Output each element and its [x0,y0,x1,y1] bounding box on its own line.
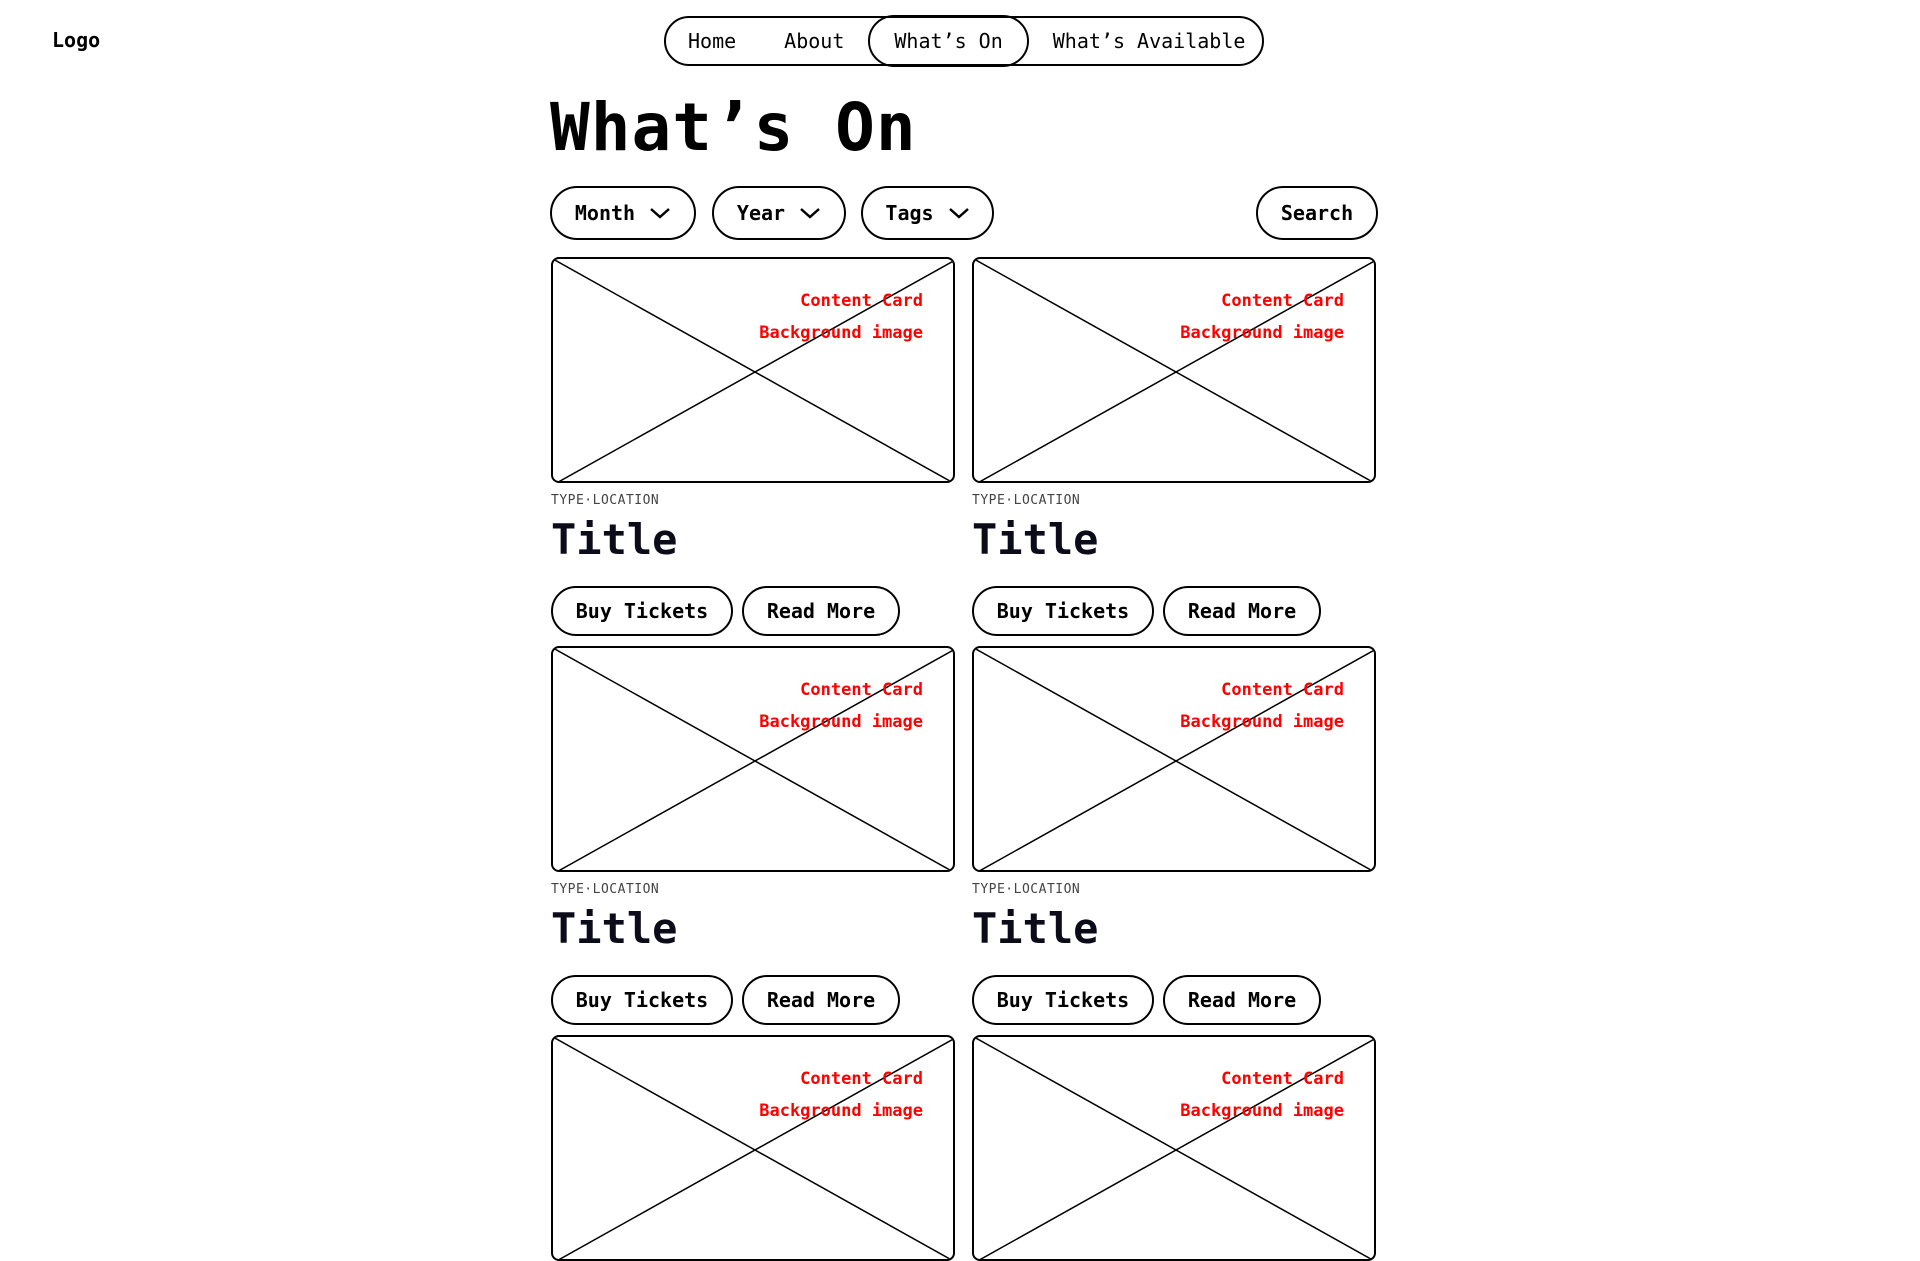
card-annotation-line1: Content Card [800,680,923,700]
card-actions: Buy Tickets Read More [972,586,1376,638]
chevron-down-icon [948,208,969,219]
logo[interactable]: Logo [52,28,100,52]
content-card: Content Card Background image TYPE·LOCAT… [551,257,955,638]
card-title[interactable]: Title [551,515,955,565]
page-title: What’s On [550,89,917,166]
card-annotation-line1: Content Card [1221,680,1344,700]
card-meta: TYPE·LOCATION [972,882,1081,897]
card-meta: TYPE·LOCATION [551,882,660,897]
card-image-placeholder[interactable]: Content Card Background image [551,257,955,483]
card-annotation-line1: Content Card [800,291,923,311]
year-dropdown-label: Year [736,201,786,225]
content-card: Content Card Background image [972,1035,1376,1261]
read-more-button[interactable]: Read More [742,586,900,636]
main-nav: Home About What’s On What’s Available [664,15,1264,67]
chevron-down-icon [800,208,820,219]
nav-home[interactable]: Home [688,17,760,65]
card-image-placeholder[interactable]: Content Card Background image [972,1035,1376,1261]
year-dropdown[interactable]: Year [712,186,846,240]
card-annotation-line2: Background image [1180,1101,1344,1121]
read-more-button[interactable]: Read More [1163,975,1321,1025]
chevron-down-icon [650,208,670,219]
month-dropdown[interactable]: Month [550,186,696,240]
card-meta: TYPE·LOCATION [551,493,660,508]
card-image-placeholder[interactable]: Content Card Background image [972,257,1376,483]
buy-tickets-button[interactable]: Buy Tickets [551,586,733,636]
card-title[interactable]: Title [972,515,1376,565]
buy-tickets-button[interactable]: Buy Tickets [972,975,1154,1025]
card-meta: TYPE·LOCATION [972,493,1081,508]
card-annotation: Content Card Background image [1180,674,1344,738]
content-card: Content Card Background image [551,1035,955,1261]
card-annotation-line1: Content Card [1221,291,1344,311]
month-dropdown-label: Month [574,201,636,225]
content-card: Content Card Background image TYPE·LOCAT… [551,646,955,1027]
card-actions: Buy Tickets Read More [551,586,955,638]
card-annotation-line2: Background image [1180,323,1344,343]
card-image-placeholder[interactable]: Content Card Background image [551,1035,955,1261]
tags-dropdown-label: Tags [885,201,934,225]
content-card: Content Card Background image TYPE·LOCAT… [972,257,1376,638]
card-image-placeholder[interactable]: Content Card Background image [551,646,955,872]
card-annotation-line2: Background image [759,1101,923,1121]
read-more-button[interactable]: Read More [1163,586,1321,636]
read-more-button[interactable]: Read More [742,975,900,1025]
card-annotation-line2: Background image [1180,712,1344,732]
card-annotation: Content Card Background image [759,285,923,349]
card-annotation: Content Card Background image [1180,285,1344,349]
nav-whats-available[interactable]: What’s Available [1029,17,1270,65]
card-title[interactable]: Title [551,904,955,954]
search-button-label: Search [1280,201,1354,225]
card-annotation-line2: Background image [759,323,923,343]
card-actions: Buy Tickets Read More [551,975,955,1027]
card-annotation: Content Card Background image [759,674,923,738]
buy-tickets-button[interactable]: Buy Tickets [551,975,733,1025]
tags-dropdown[interactable]: Tags [861,186,994,240]
nav-about[interactable]: About [760,17,868,65]
content-card: Content Card Background image TYPE·LOCAT… [972,646,1376,1027]
card-annotation-line1: Content Card [800,1069,923,1089]
search-button[interactable]: Search [1256,186,1378,240]
card-title[interactable]: Title [972,904,1376,954]
nav-whats-on[interactable]: What’s On [868,15,1029,67]
card-actions: Buy Tickets Read More [972,975,1376,1027]
card-image-placeholder[interactable]: Content Card Background image [972,646,1376,872]
card-annotation-line2: Background image [759,712,923,732]
card-annotation: Content Card Background image [1180,1063,1344,1127]
buy-tickets-button[interactable]: Buy Tickets [972,586,1154,636]
card-annotation: Content Card Background image [759,1063,923,1127]
card-annotation-line1: Content Card [1221,1069,1344,1089]
